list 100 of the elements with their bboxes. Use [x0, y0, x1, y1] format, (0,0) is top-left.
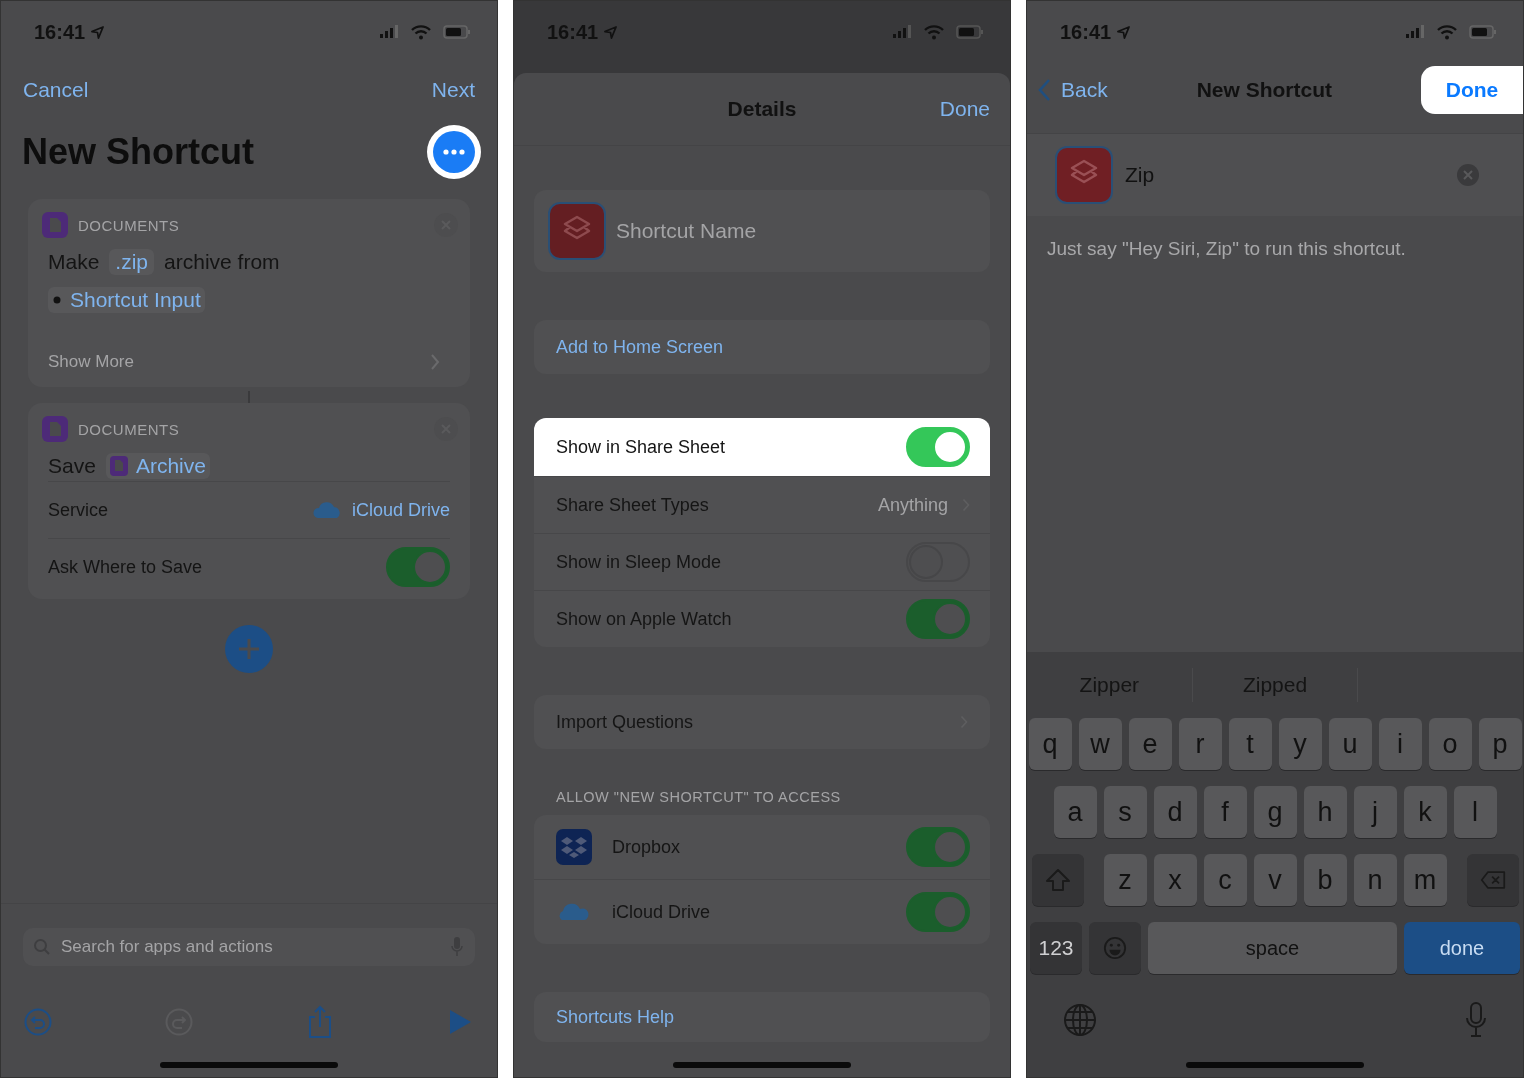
cancel-button[interactable]: Cancel [23, 78, 89, 102]
keyboard-key[interactable]: p [1478, 718, 1522, 770]
numbers-key[interactable]: 123 [1030, 922, 1082, 974]
keyboard-key[interactable]: s [1103, 786, 1147, 838]
setting-label: Share Sheet Types [556, 494, 709, 516]
signal-icon [892, 25, 912, 39]
section-header: ALLOW "NEW SHORTCUT" TO ACCESS [555, 789, 842, 805]
keyboard-key[interactable]: t [1228, 718, 1272, 770]
setting-value: Anything [877, 494, 948, 516]
parameter-label: Service [48, 499, 109, 521]
emoji-icon [1102, 936, 1128, 960]
sheet-title: Details [727, 97, 797, 121]
keyboard-key[interactable]: u [1328, 718, 1372, 770]
keyboard-key[interactable]: m [1403, 854, 1447, 906]
toggle-switch[interactable] [386, 547, 450, 587]
undo-icon[interactable] [23, 1007, 53, 1037]
keyboard-key[interactable]: q [1028, 718, 1072, 770]
status-time: 16:41 [34, 20, 86, 44]
keyboard-key[interactable]: v [1253, 854, 1297, 906]
toggle-switch[interactable] [906, 892, 970, 932]
next-button[interactable]: Next [431, 78, 475, 102]
keyboard-key[interactable]: j [1353, 786, 1397, 838]
page-title: New Shortcut [22, 131, 254, 173]
keyboard-key[interactable]: h [1303, 786, 1347, 838]
document-icon [42, 212, 68, 238]
toggle-switch[interactable] [906, 599, 970, 639]
keyboard-key[interactable]: o [1428, 718, 1472, 770]
import-questions-item[interactable]: Import Questions [556, 711, 694, 733]
keyboard-key[interactable]: z [1103, 854, 1147, 906]
variable-token[interactable]: Shortcut Input [48, 287, 205, 313]
toggle-switch[interactable] [906, 827, 970, 867]
back-chevron-icon [1037, 78, 1051, 102]
chevron-icon [430, 353, 440, 371]
microphone-icon[interactable] [1465, 1002, 1487, 1038]
document-icon [42, 416, 68, 442]
backspace-key[interactable] [1466, 854, 1519, 906]
emoji-key[interactable] [1089, 922, 1141, 974]
help-link[interactable]: Shortcuts Help [556, 1006, 675, 1028]
done-button[interactable]: Done [1421, 66, 1523, 114]
input-icon [52, 295, 62, 305]
action-category: DOCUMENTS [78, 216, 180, 234]
done-button[interactable]: Done [939, 97, 990, 121]
shift-icon [1044, 868, 1071, 892]
keyboard-key[interactable]: e [1128, 718, 1172, 770]
dropbox-icon [556, 829, 592, 865]
shift-key[interactable] [1031, 854, 1084, 906]
shortcut-icon[interactable] [1055, 146, 1113, 204]
action-text: Make [48, 250, 100, 274]
setting-label: Show in Share Sheet [556, 436, 726, 458]
keyboard-key[interactable]: n [1353, 854, 1397, 906]
keyboard-key[interactable]: g [1253, 786, 1297, 838]
clear-icon[interactable] [1457, 164, 1479, 186]
status-time: 16:41 [1060, 20, 1112, 44]
battery-icon [443, 25, 471, 39]
wifi-icon [924, 24, 944, 40]
signal-icon [1405, 25, 1425, 39]
backspace-icon [1479, 868, 1506, 892]
space-key[interactable]: space [1148, 922, 1397, 974]
add-button[interactable] [225, 625, 273, 673]
show-more-link[interactable]: Show More [48, 352, 134, 372]
globe-icon[interactable] [1063, 1003, 1097, 1037]
location-arrow-icon [91, 25, 105, 39]
keyboard-key[interactable]: x [1153, 854, 1197, 906]
action-text: archive from [164, 250, 280, 274]
wifi-icon [411, 24, 431, 40]
parameter-token[interactable]: .zip [109, 249, 155, 275]
battery-icon [956, 25, 984, 39]
search-field[interactable]: Search for apps and actions [23, 928, 475, 966]
cloud-icon [311, 501, 342, 519]
keyboard-key[interactable]: r [1178, 718, 1222, 770]
name-field[interactable]: Shortcut Name [534, 190, 990, 272]
keyboard-key[interactable]: k [1403, 786, 1447, 838]
app-name: iCloud Drive [612, 901, 711, 923]
keyboard-key[interactable]: i [1378, 718, 1422, 770]
back-button[interactable]: Back [1037, 78, 1108, 102]
name-input[interactable]: Shortcut Name [614, 218, 976, 244]
keyboard-key[interactable]: b [1303, 854, 1347, 906]
keyboard-key[interactable]: w [1078, 718, 1122, 770]
keyboard-key[interactable]: a [1053, 786, 1097, 838]
shortcut-icon[interactable] [548, 202, 606, 260]
action-text: Save [48, 454, 96, 478]
app-name: Dropbox [612, 836, 681, 858]
add-to-home-link[interactable]: Add to Home Screen [556, 336, 724, 358]
keyboard-key[interactable]: y [1278, 718, 1322, 770]
wifi-icon [1437, 24, 1457, 40]
more-button[interactable] [427, 125, 481, 179]
setting-label: Show on Apple Watch [556, 608, 732, 630]
action-category: DOCUMENTS [78, 420, 180, 438]
keyboard-key[interactable]: f [1203, 786, 1247, 838]
battery-icon [1469, 25, 1497, 39]
variable-token[interactable]: Archive [105, 453, 210, 479]
keyboard-key[interactable]: l [1453, 786, 1497, 838]
return-key[interactable]: done [1404, 922, 1520, 974]
location-arrow-icon [604, 25, 618, 39]
signal-icon [379, 25, 399, 39]
search-input[interactable]: Search for apps and actions [59, 936, 443, 958]
keyboard-key[interactable]: c [1203, 854, 1247, 906]
toggle-switch[interactable] [906, 427, 970, 467]
keyboard-key[interactable]: d [1153, 786, 1197, 838]
parameter-value[interactable]: iCloud Drive [351, 499, 450, 521]
